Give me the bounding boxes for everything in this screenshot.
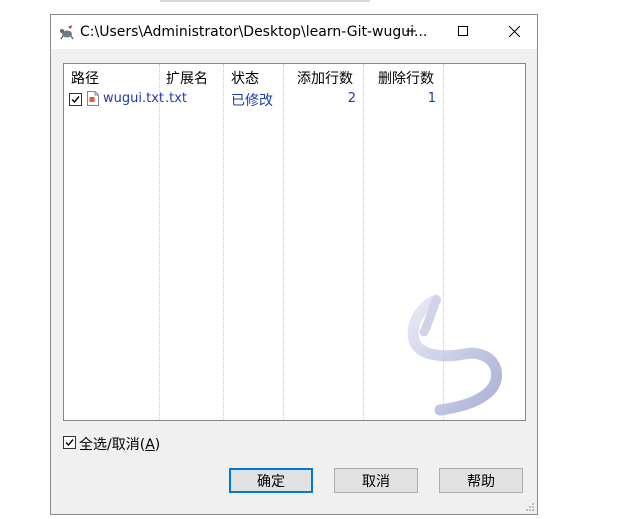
commit-dialog: C:\Users\Administrator\Desktop\learn-Git… xyxy=(50,14,538,515)
window-title: C:\Users\Administrator\Desktop\learn-Git… xyxy=(80,24,428,40)
maximize-button[interactable] xyxy=(440,15,486,47)
help-button[interactable]: 帮助 xyxy=(439,468,523,493)
cell-added: 2 xyxy=(347,91,356,106)
column-header-extension[interactable]: 扩展名 xyxy=(166,68,208,88)
tortoisegit-logo-watermark xyxy=(407,294,503,416)
select-all-accelerator: A xyxy=(145,437,155,453)
minimize-button[interactable] xyxy=(388,15,434,47)
maximize-icon xyxy=(458,26,468,36)
checkmark-icon xyxy=(71,96,80,104)
cell-status: 已修改 xyxy=(231,93,273,109)
file-list[interactable]: 路径 扩展名 状态 添加行数 删除行数 wugui.txt .txt 已修改 2… xyxy=(63,63,526,421)
cell-path: wugui.txt xyxy=(103,91,164,106)
column-header-status[interactable]: 状态 xyxy=(231,68,259,88)
close-icon xyxy=(508,25,520,37)
minimize-icon xyxy=(406,30,416,32)
row-checkbox[interactable] xyxy=(69,93,82,106)
column-header-path[interactable]: 路径 xyxy=(71,68,99,88)
select-all-label-prefix: 全选/取消( xyxy=(79,437,146,453)
cell-deleted: 1 xyxy=(427,91,436,106)
close-button[interactable] xyxy=(491,15,537,47)
checkmark-icon xyxy=(65,439,74,447)
column-divider xyxy=(283,64,284,420)
tortoisegit-icon xyxy=(60,25,74,40)
column-divider xyxy=(363,64,364,420)
column-header-deleted[interactable]: 删除行数 xyxy=(378,68,434,88)
select-all-label[interactable]: 全选/取消(A) xyxy=(79,434,160,454)
background-strip xyxy=(160,0,370,2)
select-all-label-suffix: ) xyxy=(154,437,161,453)
text-file-icon xyxy=(87,91,99,106)
title-bar[interactable]: C:\Users\Administrator\Desktop\learn-Git… xyxy=(51,15,537,49)
cell-extension: .txt xyxy=(165,91,188,106)
ok-button[interactable]: 确定 xyxy=(229,468,313,493)
cancel-button[interactable]: 取消 xyxy=(334,468,418,493)
column-header-added[interactable]: 添加行数 xyxy=(297,68,353,88)
column-divider xyxy=(159,64,160,420)
resize-grip-icon[interactable] xyxy=(525,502,535,512)
select-all-checkbox[interactable] xyxy=(63,436,76,449)
column-divider xyxy=(223,64,224,420)
